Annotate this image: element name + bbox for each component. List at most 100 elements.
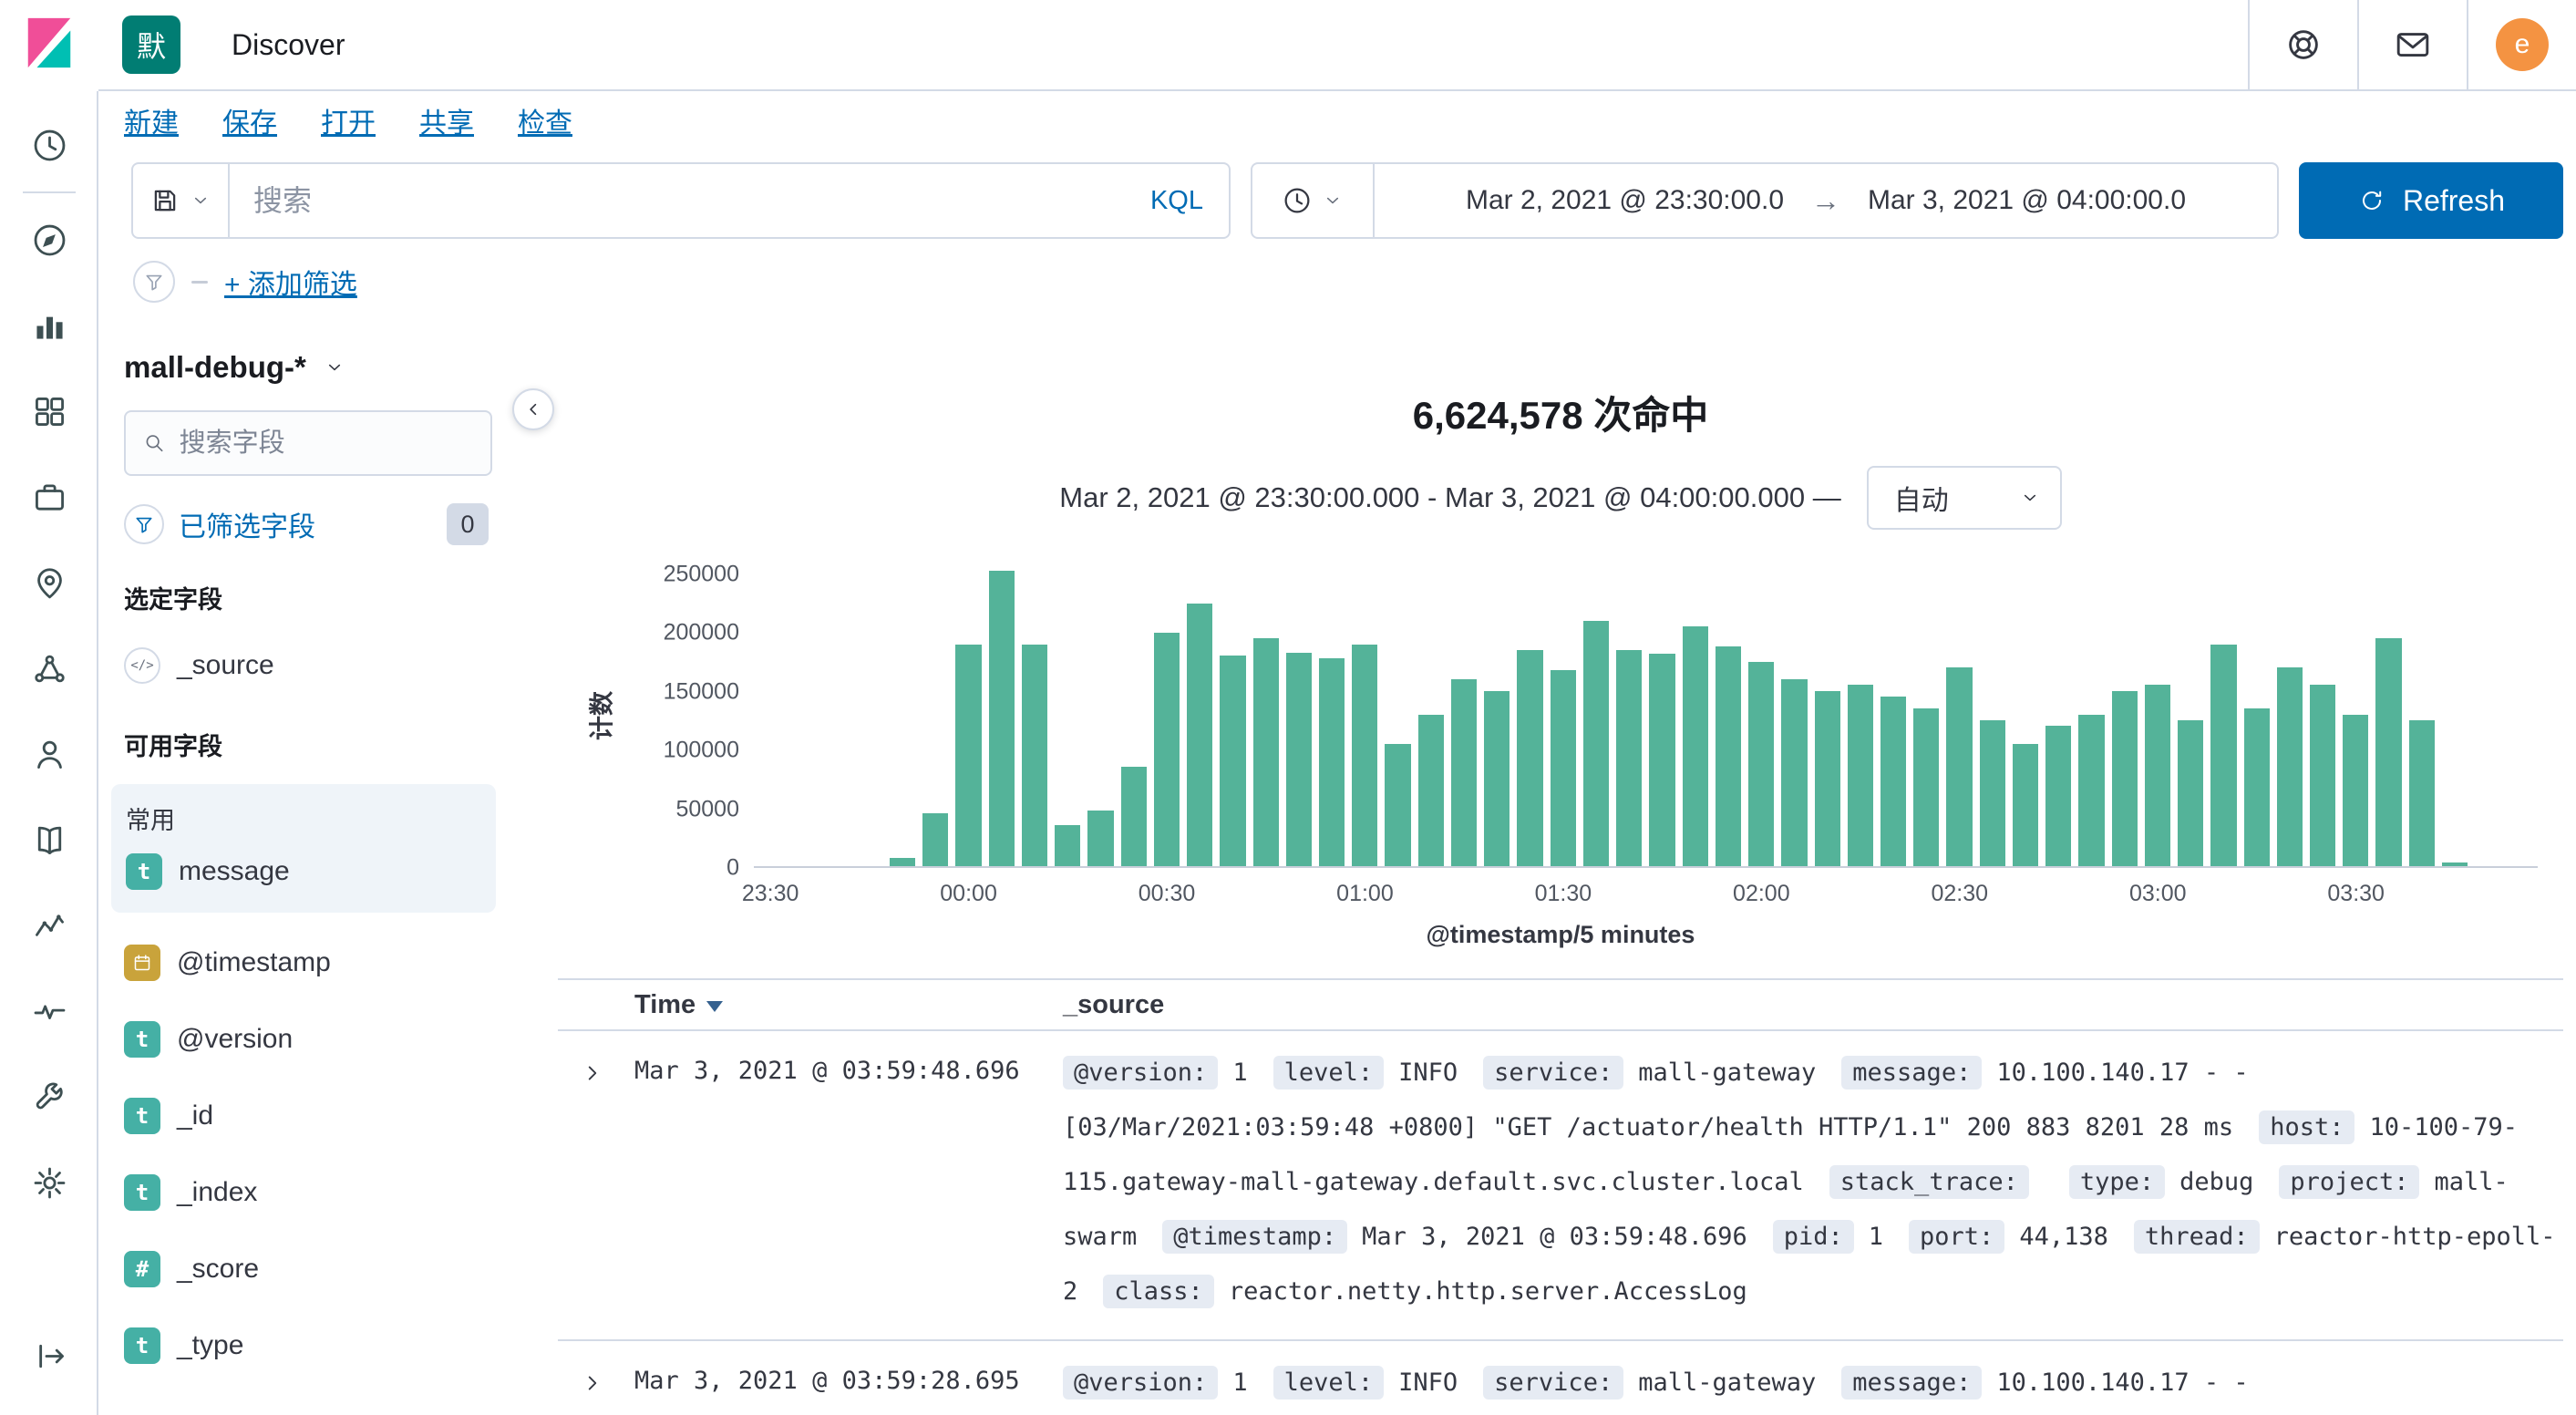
field-name-badge[interactable]: class: [1103, 1275, 1214, 1308]
histogram-bar[interactable] [1715, 646, 1742, 866]
histogram-bar[interactable] [1220, 656, 1246, 866]
field-name-badge[interactable]: message: [1841, 1366, 1983, 1400]
field-name-badge[interactable]: @version: [1063, 1056, 1219, 1090]
histogram-bar[interactable] [1385, 743, 1411, 866]
expand-nav-button[interactable] [24, 1330, 75, 1381]
histogram-bar[interactable] [1847, 685, 1873, 866]
field-name-badge[interactable]: thread: [2133, 1220, 2260, 1254]
histogram-bar[interactable] [1946, 667, 1973, 866]
menu-save[interactable]: 保存 [222, 100, 277, 140]
histogram-bar[interactable] [1055, 825, 1081, 866]
sidebar-item-discover[interactable] [24, 214, 75, 265]
user-menu-button[interactable]: e [2467, 0, 2576, 89]
histogram-bar[interactable] [922, 813, 949, 866]
search-input[interactable] [253, 183, 1101, 218]
sidebar-item-graph[interactable] [24, 728, 75, 780]
sidebar-item-dev-tools[interactable] [24, 1071, 75, 1122]
sidebar-item-canvas[interactable] [24, 471, 75, 522]
interval-select[interactable]: 自动 [1866, 466, 2062, 530]
filtered-fields-toggle[interactable]: 已筛选字段 0 [124, 503, 492, 545]
histogram-bar[interactable] [2045, 726, 2072, 866]
sort-desc-icon[interactable] [706, 1001, 724, 1012]
histogram-bar[interactable] [2111, 690, 2138, 866]
histogram-bar[interactable] [1484, 690, 1510, 866]
refresh-button[interactable]: Refresh [2299, 162, 2563, 239]
histogram-bar[interactable] [1450, 679, 1478, 866]
field-name-badge[interactable]: host: [2259, 1110, 2355, 1144]
sidebar-item-dashboard[interactable] [24, 386, 75, 437]
sidebar-item-recently-viewed[interactable] [24, 119, 75, 170]
field-name-badge[interactable]: level: [1273, 1056, 1385, 1090]
sidebar-item-observability[interactable] [24, 814, 75, 865]
histogram-bar[interactable] [2408, 719, 2435, 866]
menu-open[interactable]: 打开 [321, 100, 376, 140]
kibana-logo[interactable] [21, 15, 77, 71]
histogram-bar[interactable] [1285, 652, 1312, 866]
field-name-badge[interactable]: service: [1483, 1366, 1624, 1400]
space-avatar[interactable]: 默 [122, 15, 180, 74]
histogram-bar[interactable] [1979, 719, 2005, 866]
field-name-badge[interactable]: type: [2068, 1165, 2166, 1199]
histogram-bar[interactable] [1417, 714, 1444, 866]
field-name-badge[interactable]: service: [1483, 1056, 1624, 1090]
histogram-bar[interactable] [1682, 626, 1708, 866]
field-name-badge[interactable]: port: [1909, 1220, 2005, 1254]
histogram-bar[interactable] [2343, 714, 2369, 866]
date-end[interactable]: Mar 3, 2021 @ 04:00:00.0 [1868, 185, 2186, 216]
histogram-bar[interactable] [1781, 679, 1808, 866]
histogram-bar[interactable] [1649, 653, 1675, 866]
saved-query-menu-button[interactable] [133, 164, 230, 237]
histogram-bar[interactable] [889, 858, 916, 866]
sidebar-item-maps[interactable] [24, 557, 75, 608]
time-column-header[interactable]: Time [634, 990, 696, 1020]
histogram-bar[interactable] [2310, 685, 2336, 866]
field-name-badge[interactable]: @version: [1063, 1366, 1219, 1400]
newsfeed-button[interactable] [2357, 0, 2467, 89]
histogram-bar[interactable] [1352, 644, 1378, 866]
histogram-bar[interactable] [2441, 862, 2468, 866]
histogram-bar[interactable] [2178, 719, 2204, 866]
histogram-bar[interactable] [1880, 697, 1907, 866]
sidebar-item-machine-learning[interactable] [24, 643, 75, 694]
filter-menu-button[interactable] [133, 261, 175, 303]
field-name-badge[interactable]: message: [1841, 1056, 1983, 1090]
field-name-badge[interactable]: pid: [1772, 1220, 1854, 1254]
histogram-bar[interactable] [988, 570, 1015, 866]
histogram-bar[interactable] [1087, 810, 1114, 866]
histogram-plot[interactable] [754, 563, 2538, 868]
histogram-bar[interactable] [1616, 650, 1643, 866]
kql-toggle[interactable]: KQL [1125, 164, 1229, 237]
histogram-bar[interactable] [1814, 690, 1840, 866]
histogram-bar[interactable] [2144, 685, 2171, 866]
histogram-bar[interactable] [1517, 650, 1543, 866]
field-name-badge[interactable]: project: [2279, 1165, 2420, 1199]
field-name-badge[interactable]: @timestamp: [1162, 1220, 1348, 1254]
menu-share[interactable]: 共享 [419, 100, 474, 140]
field-item-_index[interactable]: t _index [124, 1166, 492, 1219]
field-item-_type[interactable]: t _type [124, 1319, 492, 1372]
histogram-bar[interactable] [1021, 644, 1048, 866]
field-name-badge[interactable]: stack_trace: [1829, 1165, 2029, 1199]
histogram-bar[interactable] [2375, 638, 2402, 866]
field-item-message[interactable]: t message [126, 845, 483, 898]
histogram-bar[interactable] [1582, 621, 1610, 866]
histogram-bar[interactable] [1120, 767, 1147, 866]
histogram-bar[interactable] [1748, 661, 1775, 866]
field-item-_score[interactable]: # _score [124, 1243, 492, 1296]
field-item-_id[interactable]: t _id [124, 1090, 492, 1142]
histogram-bar[interactable] [1913, 708, 1940, 866]
histogram-bar[interactable] [2276, 667, 2303, 866]
sidebar-item-apm[interactable] [24, 900, 75, 951]
field-item-@timestamp[interactable]: @timestamp [124, 936, 492, 989]
date-start[interactable]: Mar 2, 2021 @ 23:30:00.0 [1466, 185, 1784, 216]
expand-row-button[interactable] [572, 1053, 613, 1093]
histogram-bar[interactable] [1187, 603, 1213, 866]
histogram-bar[interactable] [1318, 658, 1345, 866]
expand-row-button[interactable] [572, 1363, 613, 1403]
histogram-bar[interactable] [955, 644, 982, 866]
help-button[interactable] [2248, 0, 2357, 89]
field-search-input[interactable] [179, 428, 474, 459]
histogram-bar[interactable] [2078, 714, 2105, 866]
histogram-bar[interactable] [2210, 644, 2237, 866]
sidebar-item-stack-management[interactable] [24, 1157, 75, 1208]
